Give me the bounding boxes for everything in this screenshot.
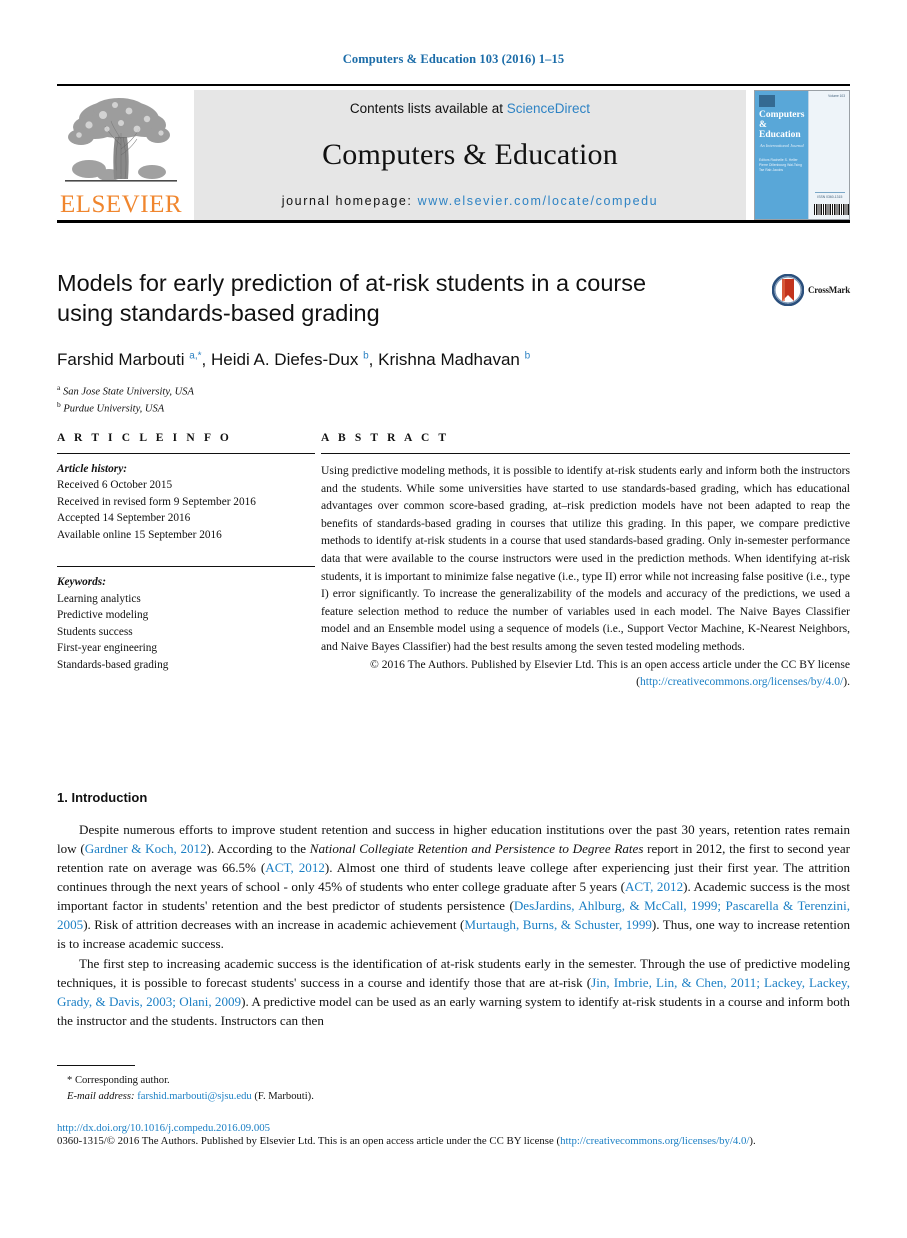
email-link[interactable]: farshid.marbouti@sjsu.edu	[137, 1091, 252, 1102]
journal-homepage-line: journal homepage: www.elsevier.com/locat…	[282, 194, 659, 208]
history-item: Received 6 October 2015	[57, 479, 173, 492]
abstract-copyright: © 2016 The Authors. Published by Elsevie…	[321, 656, 850, 691]
affiliation-a-text: San Jose State University, USA	[62, 386, 194, 398]
abstract-copyright-tail: ).	[843, 675, 850, 689]
p1-report-title: National Collegiate Retention and Persis…	[309, 840, 644, 856]
abstract-heading: A B S T R A C T	[321, 432, 450, 444]
sciencedirect-link[interactable]: ScienceDirect	[507, 101, 590, 116]
footer-copyright-tail: ).	[749, 1134, 756, 1147]
affiliations: a San Jose State University, USA b Purdu…	[57, 383, 850, 416]
corresponding-author-text: * Corresponding author.	[67, 1075, 170, 1086]
abstract-text: Using predictive modeling methods, it is…	[321, 464, 850, 654]
journal-masthead: ELSEVIER Contents lists available at Sci…	[57, 84, 850, 223]
keyword-item: Learning analytics	[57, 592, 141, 605]
elsevier-wordmark: ELSEVIER	[59, 191, 183, 218]
contents-available-line: Contents lists available at ScienceDirec…	[350, 101, 590, 116]
elsevier-tree-icon	[65, 98, 177, 182]
cover-barcode-icon	[813, 204, 849, 215]
cover-editors: Editors Rachelle S. Heller Pierre Dillen…	[759, 157, 802, 173]
elsevier-logo-block: ELSEVIER	[57, 90, 185, 220]
affiliation-b-text: Purdue University, USA	[63, 403, 165, 415]
cover-swatch-icon	[759, 95, 775, 107]
homepage-prefix: journal homepage:	[281, 194, 413, 208]
crossmark-label: CrossMark	[807, 285, 850, 295]
crossmark-icon	[771, 274, 804, 306]
corresponding-author-note: * Corresponding author. E-mail address: …	[57, 1073, 850, 1105]
cc-license-link[interactable]: http://creativecommons.org/licenses/by/4…	[640, 675, 843, 688]
history-item: Available online 15 September 2016	[57, 528, 222, 541]
article-page: Computers & Education 103 (2016) 1–15 EL…	[0, 0, 907, 1238]
footer-copyright: 0360-1315/© 2016 The Authors. Published …	[57, 1134, 850, 1150]
keywords-block: Keywords: Learning analytics Predictive …	[57, 559, 315, 673]
keyword-item: Predictive modeling	[57, 609, 149, 622]
email-line: E-mail address: farshid.marbouti@sjsu.ed…	[67, 1089, 850, 1105]
crossmark-badge[interactable]: CrossMark	[771, 274, 850, 306]
keyword-item: First-year engineering	[57, 642, 158, 655]
cover-title-line2: Education	[759, 129, 801, 140]
title-block: Models for early prediction of at-risk s…	[57, 268, 850, 417]
affiliation-b: b Purdue University, USA	[57, 399, 165, 415]
doi-link[interactable]: http://dx.doi.org/10.1016/j.compedu.2016…	[57, 1122, 850, 1134]
cover-subtitle: An International Journal	[759, 142, 804, 148]
cover-issn: ISSN 0360-1315	[814, 192, 845, 199]
citation-act-2[interactable]: ACT, 2012	[625, 879, 683, 894]
footer-cc-link[interactable]: http://creativecommons.org/licenses/by/4…	[560, 1135, 749, 1147]
cover-right-panel: Volume 103 ISSN 0360-1315	[807, 91, 849, 219]
introduction-section: 1. Introduction Despite numerous efforts…	[57, 790, 850, 1031]
keywords-label: Keywords:	[57, 576, 106, 589]
page-title: Models for early prediction of at-risk s…	[57, 270, 647, 327]
journal-title: Computers & Education	[322, 138, 618, 171]
p1-seg6: ). Risk of attrition decreases with an i…	[83, 916, 465, 932]
contents-prefix: Contents lists available at	[349, 101, 504, 116]
homepage-url-link[interactable]: www.elsevier.com/locate/compedu	[418, 194, 659, 208]
intro-paragraph-1: Despite numerous efforts to improve stud…	[57, 821, 850, 954]
footnote-rule	[57, 1065, 135, 1066]
email-suffix: (F. Marbouti).	[254, 1090, 314, 1102]
info-abstract-block: A R T I C L E I N F O Article history: R…	[57, 432, 850, 691]
cover-left-panel: Computers & Education An International J…	[755, 91, 808, 219]
citation-act-1[interactable]: ACT, 2012	[265, 860, 325, 875]
history-item: Received in revised form 9 September 201…	[57, 495, 256, 508]
email-label: E-mail address:	[67, 1090, 135, 1102]
keyword-item: Standards-based grading	[57, 658, 169, 671]
article-history: Article history: Received 6 October 2015…	[57, 454, 315, 543]
masthead-bottom-rule	[57, 220, 850, 223]
p1-seg2: ). According to the	[206, 840, 310, 856]
intro-paragraph-2: The first step to increasing academic su…	[57, 955, 850, 1031]
citation-murtaugh[interactable]: Murtaugh, Burns, & Schuster, 1999	[464, 917, 652, 932]
history-item: Accepted 14 September 2016	[57, 512, 191, 525]
abstract-column: A B S T R A C T Using predictive modelin…	[315, 432, 850, 691]
keyword-item: Students success	[57, 625, 133, 638]
running-head: Computers & Education 103 (2016) 1–15	[342, 52, 565, 66]
author-list: Farshid Marbouti a,*, Heidi A. Diefes-Du…	[57, 350, 531, 370]
article-info-column: A R T I C L E I N F O Article history: R…	[57, 432, 315, 691]
article-history-label: Article history:	[57, 463, 127, 475]
journal-cover-thumbnail[interactable]: Computers & Education An International J…	[754, 90, 850, 220]
affiliation-a: a San Jose State University, USA	[57, 383, 194, 398]
article-info-heading: A R T I C L E I N F O	[57, 432, 232, 444]
citation-gardner-koch[interactable]: Gardner & Koch, 2012	[85, 841, 207, 856]
page-footer: * Corresponding author. E-mail address: …	[57, 1065, 850, 1149]
cover-volume-number: Volume 103	[828, 94, 845, 98]
footer-copyright-prefix: 0360-1315/© 2016 The Authors. Published …	[57, 1134, 561, 1147]
masthead-banner: Contents lists available at ScienceDirec…	[194, 90, 746, 220]
introduction-heading: 1. Introduction	[57, 790, 148, 805]
